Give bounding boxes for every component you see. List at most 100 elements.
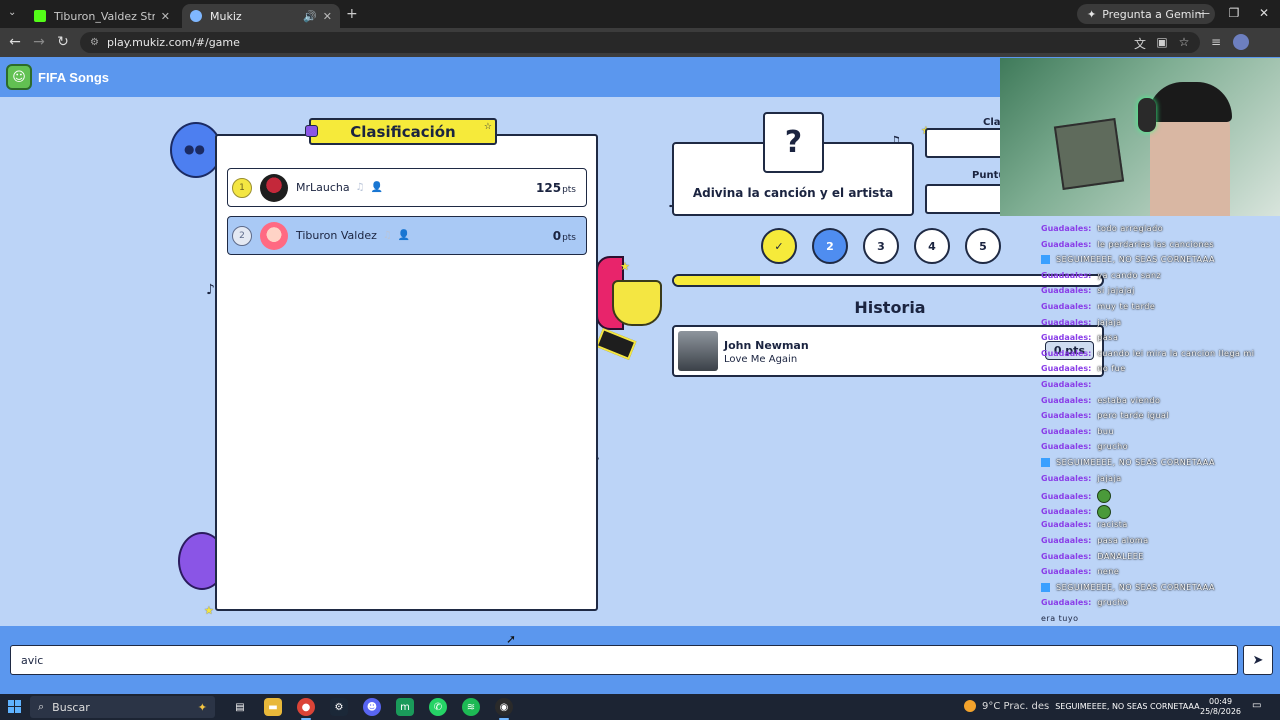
weather-widget[interactable]: 9°C Prac. des SEGUIMEEEE, NO SEAS CORNET… [964, 700, 1200, 712]
music-note-icon: ♪ [206, 282, 215, 298]
close-tab-icon[interactable]: ✕ [161, 10, 170, 23]
site-info-icon[interactable]: ⚙ [90, 37, 99, 48]
install-app-icon[interactable]: ▣ [1154, 35, 1170, 49]
chat-message: Guadaales: ya cando sanz [1041, 271, 1161, 280]
chat-text: grucho [1097, 442, 1129, 452]
chat-message: Guadaales: grucho [1041, 598, 1128, 607]
chat-emote-icon [1097, 489, 1112, 504]
minimize-icon[interactable]: — [1194, 6, 1214, 20]
chat-text: jajaja [1097, 317, 1122, 327]
app-logo-icon[interactable]: ☺ [6, 64, 32, 90]
streamer-beanie [1148, 82, 1232, 122]
system-clock[interactable]: 00:49 25/8/2026 [1200, 697, 1241, 717]
bookmark-star-icon[interactable]: ☆ [1176, 35, 1192, 49]
close-tab-icon[interactable]: ✕ [323, 10, 332, 23]
chat-text: pero tarde igual [1097, 411, 1170, 421]
history-song: Love Me Again [724, 354, 798, 365]
weather-sun-icon [964, 700, 976, 712]
browser-tab-bar: ⌄ Tiburon_Valdez Stream - Watch ✕ Mukiz … [0, 0, 1280, 28]
leaderboard-row: 2 Tiburon Valdez ♫ 👤 0pts [227, 216, 587, 255]
browser-tab-mukiz[interactable]: Mukiz 🔊 ✕ [182, 4, 340, 28]
chat-text: racista [1097, 520, 1128, 530]
clock-date: 25/8/2026 [1200, 707, 1242, 716]
taskbar-search-label: Buscar [52, 700, 90, 714]
chat-text: cuando lei mira la cancion llega mi [1097, 348, 1255, 358]
guess-input[interactable] [10, 645, 1238, 675]
chat-message: Guadaales: [1041, 380, 1097, 389]
speaker-icon[interactable]: 🔊 [303, 10, 317, 23]
add-friend-icon[interactable]: 👤 [398, 230, 410, 241]
discord-icon[interactable]: ☻ [363, 698, 381, 716]
avatar [260, 221, 288, 250]
chat-text: grucho [1097, 598, 1129, 608]
chat-username: Guadaales: [1041, 491, 1092, 501]
back-arrow-icon[interactable]: ← [6, 34, 24, 50]
address-bar[interactable]: ⚙ play.mukiz.com/#/game [80, 32, 1200, 53]
chat-text: pasa [1097, 333, 1119, 343]
chat-text: SEGUIMEEEE, NO SEAS CORNETAAA [1056, 255, 1215, 265]
chat-username: Guadaales: [1041, 507, 1092, 517]
file-explorer-icon[interactable]: ▬ [264, 698, 282, 716]
round-indicator: ✓ [761, 228, 797, 264]
translate-icon[interactable]: 文 [1132, 35, 1148, 52]
taskbar-search[interactable]: ⌕ Buscar ✦ [30, 696, 215, 718]
chat-message: SEGUIMEEEE, NO SEAS CORNETAAA [1041, 255, 1215, 265]
browser-tab-kick[interactable]: Tiburon_Valdez Stream - Watch ✕ [26, 4, 178, 28]
tab-search-icon[interactable]: ⌄ [8, 7, 16, 18]
restore-icon[interactable]: ❐ [1224, 6, 1244, 20]
bot-badge-icon [1041, 458, 1050, 467]
bot-badge-icon [1041, 255, 1050, 265]
chat-message: Guadaales: estaba viendo [1041, 396, 1160, 405]
chat-text: todo arreglado [1097, 224, 1164, 233]
add-friend-icon[interactable]: 👤 [371, 182, 383, 193]
chat-username: Guadaales: [1041, 473, 1092, 483]
browser-toolbar: ← → ↻ ⚙ play.mukiz.com/#/game 文 ▣ ☆ ≡ [0, 28, 1280, 57]
obs-icon[interactable]: ◉ [495, 698, 513, 720]
profile-avatar[interactable] [1233, 34, 1249, 50]
new-tab-icon[interactable]: + [346, 6, 358, 22]
chat-username: Guadaales: [1041, 551, 1092, 561]
window-close-icon[interactable]: ✕ [1254, 6, 1274, 20]
side-card-label: Cla [983, 117, 1001, 128]
chrome-icon[interactable]: ● [297, 698, 315, 720]
chat-text: DANALEEE [1097, 551, 1144, 561]
chat-username: Guadaales: [1041, 239, 1092, 249]
send-button[interactable]: ➤ [1243, 645, 1273, 675]
gemini-label: Pregunta a Gemini [1102, 7, 1205, 21]
windows-taskbar: ⌕ Buscar ✦ ▤ ▬ ● ⚙ ☻ m ✆ ≋ ◉ 9°C Prac. d… [0, 694, 1280, 720]
avatar [260, 173, 288, 202]
chat-message: Guadaales: jajaja [1041, 474, 1122, 483]
notification-icon[interactable]: ▭ [1252, 700, 1261, 711]
mouse-cursor-icon: ➚ [506, 632, 517, 646]
reading-list-icon[interactable]: ≡ [1208, 35, 1224, 49]
app-m-icon[interactable]: m [396, 698, 414, 716]
reload-icon[interactable]: ↻ [54, 34, 72, 50]
kick-favicon-icon [34, 10, 46, 22]
music-check-icon: ♫ [382, 230, 392, 241]
history-artist: John Newman [724, 339, 809, 352]
chat-text: buu [1097, 426, 1115, 436]
chat-message: Guadaales: todo arreglado [1041, 224, 1163, 233]
player-score: 0pts [552, 228, 576, 243]
chat-message: Guadaales: si jajajaj [1041, 286, 1135, 295]
leaderboard-title-text: Clasificación [350, 122, 456, 141]
spotify-icon[interactable]: ≋ [462, 698, 480, 716]
chat-text: jajaja [1097, 473, 1122, 483]
chat-text: nene [1097, 567, 1120, 577]
forward-arrow-icon[interactable]: → [30, 34, 48, 50]
player-name: Tiburon Valdez [296, 229, 377, 242]
chat-username: Guadaales: [1041, 567, 1092, 577]
chat-username: Guadaales: [1041, 395, 1092, 405]
chat-text: ya cando sanz [1097, 270, 1162, 280]
windows-start-icon[interactable] [8, 700, 22, 714]
chat-text: si jajajaj [1097, 286, 1135, 296]
leaderboard-panel: 1 MrLaucha ♫ 👤 125pts 2 Tiburon Valdez ♫… [215, 134, 598, 611]
task-view-icon[interactable]: ▤ [231, 698, 249, 716]
rank-medal-icon: 1 [232, 177, 252, 198]
whatsapp-icon[interactable]: ✆ [429, 698, 447, 716]
steam-icon[interactable]: ⚙ [330, 698, 348, 716]
chat-username: Guadaales: [1041, 520, 1092, 530]
url-text: play.mukiz.com/#/game [106, 36, 240, 49]
chat-message: Guadaales: grucho [1041, 442, 1128, 451]
chat-emote-icon [1097, 504, 1112, 519]
